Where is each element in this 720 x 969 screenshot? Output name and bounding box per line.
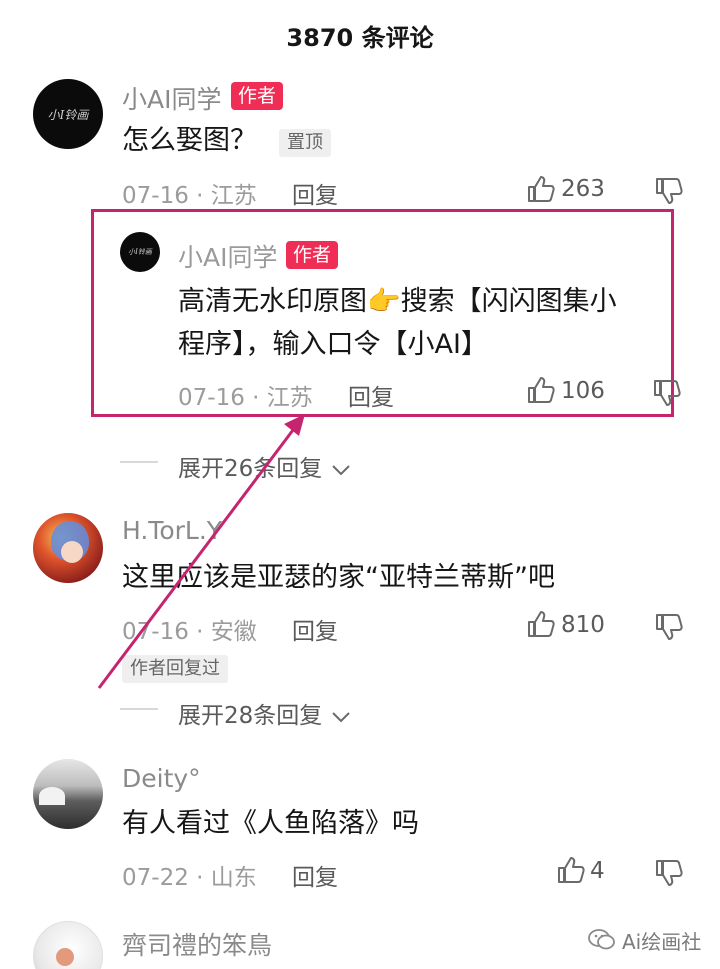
avatar-text: 小I铃画 bbox=[47, 107, 89, 122]
expand-replies-button[interactable]: 展开26条回复 bbox=[178, 449, 352, 483]
divider bbox=[120, 461, 158, 463]
like-count: 810 bbox=[561, 612, 605, 638]
comment-count-title: 3870 条评论 bbox=[286, 24, 434, 52]
pinned-badge: 置顶 bbox=[279, 129, 331, 157]
reply-button[interactable]: 回复 bbox=[292, 858, 338, 892]
avatar[interactable] bbox=[33, 513, 103, 583]
avatar-text: 小I铃画 bbox=[128, 248, 152, 256]
comment-date-location: 07-22 · 山东 bbox=[122, 865, 257, 891]
author-badge: 作者 bbox=[231, 82, 284, 110]
thumb-down-icon[interactable] bbox=[652, 378, 682, 408]
like-count: 106 bbox=[561, 378, 605, 404]
username[interactable]: H.TorL.Y bbox=[122, 516, 222, 545]
comment-date-location: 07-16 · 江苏 bbox=[178, 385, 313, 411]
avatar[interactable] bbox=[33, 921, 103, 969]
avatar[interactable]: 小I铃画 bbox=[120, 232, 160, 272]
reply-button[interactable]: 回复 bbox=[292, 612, 338, 646]
reply-button[interactable]: 回复 bbox=[348, 378, 394, 412]
thumb-down-icon[interactable] bbox=[654, 176, 684, 206]
thumb-up-icon[interactable] bbox=[556, 855, 586, 885]
author-badge: 作者 bbox=[286, 241, 339, 269]
author-replied-badge: 作者回复过 bbox=[122, 655, 228, 683]
username[interactable]: 小AI同学 bbox=[122, 80, 221, 116]
chevron-down-icon bbox=[330, 462, 352, 478]
thumb-up-icon[interactable] bbox=[526, 609, 556, 639]
comment-text-line[interactable]: 高清无水印原图👉搜索【闪闪图集小 bbox=[178, 279, 617, 325]
comment-text-line[interactable]: 程序】，输入口令【小AI】 bbox=[178, 322, 488, 368]
comment-date-location: 07-16 · 江苏 bbox=[122, 183, 257, 209]
expand-replies-button[interactable]: 展开28条回复 bbox=[178, 696, 352, 730]
username[interactable]: 小AI同学 bbox=[178, 238, 277, 274]
comment-text[interactable]: 有人看过《人鱼陷落》吗 bbox=[122, 801, 419, 847]
comment-date-location: 07-16 · 安徽 bbox=[122, 619, 257, 645]
like-count: 263 bbox=[561, 176, 605, 202]
expand-replies-label: 展开28条回复 bbox=[178, 703, 323, 729]
comment-text[interactable]: 这里应该是亚瑟的家“亚特兰蒂斯”吧 bbox=[122, 555, 555, 601]
username[interactable]: 齊司禮的笨鳥 bbox=[122, 926, 272, 962]
watermark: Ai绘画社 bbox=[588, 922, 701, 958]
like-count: 4 bbox=[590, 858, 605, 884]
thumb-down-icon[interactable] bbox=[654, 858, 684, 888]
thumb-up-icon[interactable] bbox=[526, 174, 556, 204]
chevron-down-icon bbox=[330, 709, 352, 725]
reply-button[interactable]: 回复 bbox=[292, 176, 338, 210]
expand-replies-label: 展开26条回复 bbox=[178, 456, 323, 482]
divider bbox=[120, 708, 158, 710]
avatar[interactable]: 小I铃画 bbox=[33, 79, 103, 149]
username[interactable]: Deity° bbox=[122, 764, 201, 793]
wechat-icon bbox=[588, 928, 616, 952]
thumb-down-icon[interactable] bbox=[654, 612, 684, 642]
watermark-text: Ai绘画社 bbox=[622, 929, 702, 954]
comment-text[interactable]: 怎么娶图？ bbox=[122, 118, 257, 164]
avatar[interactable] bbox=[33, 759, 103, 829]
thumb-up-icon[interactable] bbox=[526, 375, 556, 405]
